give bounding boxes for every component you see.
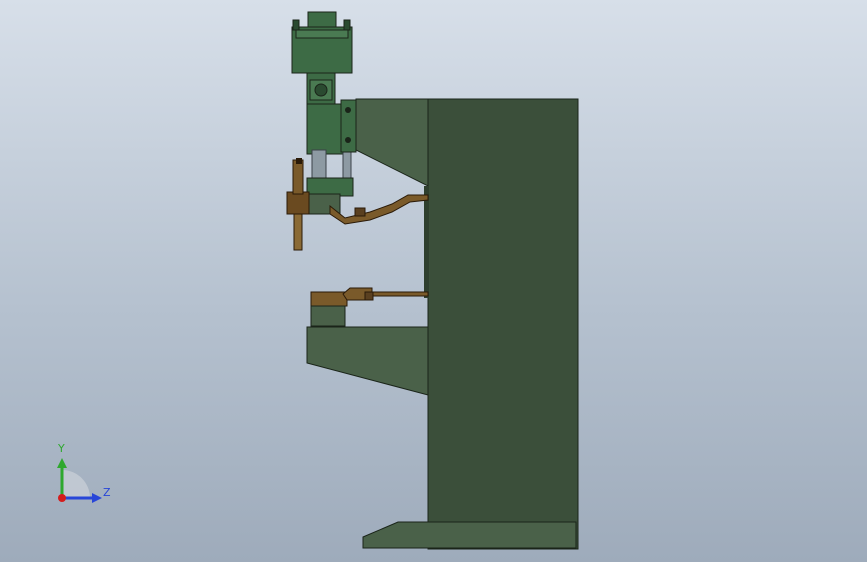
upper-electrode-stem [292, 159, 304, 195]
cylinder-bolt-left [292, 19, 300, 31]
valve-port [314, 83, 328, 97]
triad-arc [62, 470, 90, 498]
guide-rod-right [342, 149, 352, 181]
axis-triad [57, 458, 102, 503]
upper-electrode-tip [293, 213, 303, 251]
cylinder-top-cap [307, 11, 337, 29]
upper-shunt-arm [329, 194, 429, 225]
bracket-bolt-2 [345, 137, 351, 143]
upper-arm-housing [355, 98, 429, 187]
cylinder-flange [295, 29, 349, 39]
bracket-bolt-1 [345, 107, 351, 113]
shunt-clamp-upper [354, 207, 366, 217]
lower-arm-housing [306, 326, 429, 396]
frame-base-foot [362, 521, 577, 549]
lower-platen [310, 291, 348, 307]
y-axis-label: Y [58, 442, 65, 455]
cad-viewport[interactable]: Y Z [0, 0, 867, 562]
lower-shunt-clamp [364, 291, 374, 301]
upper-electrode-cap [296, 158, 302, 164]
cylinder-lower-body [306, 103, 344, 155]
upper-electrode-holder [286, 191, 310, 215]
y-axis-arrow [57, 458, 67, 468]
lower-shunt-arm [342, 287, 429, 301]
lower-electrode-block [310, 305, 346, 327]
z-axis-arrow [92, 493, 102, 503]
spot-welder-model[interactable] [0, 0, 867, 562]
z-axis-label: Z [103, 486, 111, 499]
guide-rod-left [311, 149, 327, 181]
cylinder-bolt-right [343, 19, 351, 31]
x-axis-dot [58, 494, 66, 502]
throat-panel [424, 186, 429, 298]
ram-clamp [306, 177, 354, 197]
frame-main-body [427, 98, 579, 550]
